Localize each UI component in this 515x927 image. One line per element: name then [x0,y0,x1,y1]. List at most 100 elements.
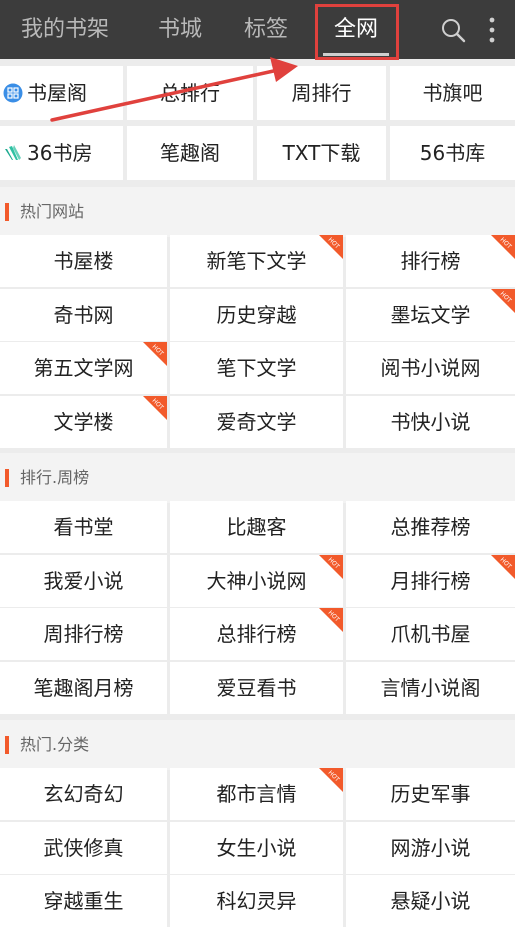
site-link[interactable]: 比趣客 [170,501,343,553]
site-link[interactable]: 爱奇文学 [170,395,343,448]
site-link-label: 网游小说 [390,835,471,860]
section-title: 热门网站 [20,202,85,221]
quick-site-biquge[interactable]: 笔趣阁 [127,126,253,180]
site-link[interactable]: 书快小说 [346,395,515,448]
section-header-hot-categories: 热门.分类 [0,720,515,770]
site-link-label: 悬疑小说 [390,889,471,913]
site-link[interactable]: 爱豆看书 [170,661,343,714]
site-link[interactable]: 新笔下文学 HOT [170,235,343,287]
top-nav-bar: 我的书架 书城 标签 全网 [0,0,515,60]
section-accent-bar [5,736,9,754]
site-link-label: 言情小说阁 [380,675,481,700]
quick-site-label: 36书房 [27,141,93,165]
section-header-hot-sites: 热门网站 [0,187,515,237]
hot-badge-icon: HOT [491,554,515,579]
site-link-label: 看书堂 [53,515,114,539]
hot-badge-icon: HOT [143,342,167,366]
site-link-label: 第五文学网 [33,356,134,380]
hot-badge-icon: HOT [491,288,515,313]
site-link-label: 书屋楼 [53,249,114,273]
section-header-weekly-rank: 排行.周榜 [0,453,515,503]
site-link[interactable]: 悬疑小说 [346,875,515,927]
site-link[interactable]: 笔下文学 [170,342,343,394]
site-link-label: 阅书小说网 [380,356,481,380]
site-link[interactable]: 大神小说网 HOT [170,554,343,607]
quick-site-txt-download[interactable]: TXT下载 [257,126,386,180]
search-icon[interactable] [440,17,466,43]
section-accent-bar [5,469,9,487]
site-link-label: 比趣客 [226,515,287,539]
hot-badge-icon: HOT [319,554,343,579]
site-link[interactable]: 女生小说 [170,821,343,874]
site-link-label: 都市言情 [216,782,297,806]
site-link[interactable]: 奇书网 [0,288,167,341]
section-title: 热门.分类 [20,735,90,754]
site-link-label: 大神小说网 [206,568,307,593]
site-link[interactable]: 看书堂 [0,501,167,553]
site-link-label: 文学楼 [53,409,114,434]
quick-site-56shuku[interactable]: 56书库 [390,126,515,180]
site-link-label: 月排行榜 [390,568,471,593]
quick-site-36shufang[interactable]: 36书房 [0,126,123,180]
site-link-label: 周排行榜 [43,622,124,646]
quick-site-total-rank[interactable]: 总排行 [127,66,253,120]
hot-badge-icon: HOT [491,235,515,259]
site-link[interactable]: 第五文学网 HOT [0,342,167,394]
site-link-label: 总推荐榜 [390,515,471,539]
site-link[interactable]: 墨坛文学 HOT [346,288,515,341]
hot-badge-text: HOT [499,236,513,250]
site-link[interactable]: 历史军事 [346,768,515,820]
site-link[interactable]: 武侠修真 [0,821,167,874]
hot-badge-text: HOT [327,609,341,623]
site-link[interactable]: 玄幻奇幻 [0,768,167,820]
site-link[interactable]: 历史穿越 [170,288,343,341]
site-link[interactable]: 书屋楼 [0,235,167,287]
site-link[interactable]: 周排行榜 [0,608,167,660]
site-link-label: 笔下文学 [216,356,297,380]
site-link-label: 墨坛文学 [390,302,471,327]
site-link-label: 总排行榜 [216,622,297,646]
site-link[interactable]: 文学楼 HOT [0,395,167,448]
more-menu-icon[interactable] [484,15,500,45]
hot-badge-text: HOT [327,556,341,570]
hot-badge-icon: HOT [143,395,167,420]
site-link[interactable]: 排行榜 HOT [346,235,515,287]
site-link[interactable]: 总排行榜 HOT [170,608,343,660]
site-link[interactable]: 总推荐榜 [346,501,515,553]
site-link-label: 穿越重生 [43,889,124,913]
site-link-label: 我爱小说 [43,568,124,593]
highlight-box [315,4,399,60]
site-link[interactable]: 言情小说阁 [346,661,515,714]
book-logo-icon [5,145,21,160]
site-link-label: 书快小说 [390,409,471,434]
tab-bookshelf[interactable]: 我的书架 [10,0,120,59]
quick-site-label: 书屋阁 [27,81,87,105]
site-link-label: 爱豆看书 [216,675,297,700]
site-link-label: 武侠修真 [43,835,124,860]
site-link-label: 新笔下文学 [206,249,307,273]
hot-badge-icon: HOT [319,235,343,259]
quick-sites: 书屋阁 总排行 周排行 书旗吧 36书房 笔趣阁 TXT下载 56书库 [0,66,515,184]
site-link[interactable]: 阅书小说网 [346,342,515,394]
site-link[interactable]: 爪机书屋 [346,608,515,660]
site-link[interactable]: 科幻灵异 [170,875,343,927]
site-link[interactable]: 月排行榜 HOT [346,554,515,607]
site-link-label: 女生小说 [216,835,297,860]
site-link[interactable]: 穿越重生 [0,875,167,927]
quick-site-shuqiba[interactable]: 书旗吧 [390,66,515,120]
site-link-label: 历史穿越 [216,302,297,327]
site-link-label: 奇书网 [53,302,114,327]
tab-tags[interactable]: 标签 [228,0,304,59]
quick-site-weekly-rank[interactable]: 周排行 [257,66,386,120]
hot-badge-text: HOT [499,290,513,304]
site-link-label: 笔趣阁月榜 [33,675,134,700]
tab-bookstore[interactable]: 书城 [140,0,220,59]
site-link[interactable]: 都市言情 HOT [170,768,343,820]
hot-badge-text: HOT [151,397,165,411]
site-link[interactable]: 笔趣阁月榜 [0,661,167,714]
quick-site-shuwuge[interactable]: 书屋阁 [0,66,123,120]
site-link-label: 历史军事 [390,782,471,806]
site-link[interactable]: 我爱小说 [0,554,167,607]
site-link[interactable]: 网游小说 [346,821,515,874]
section-accent-bar [5,203,9,221]
